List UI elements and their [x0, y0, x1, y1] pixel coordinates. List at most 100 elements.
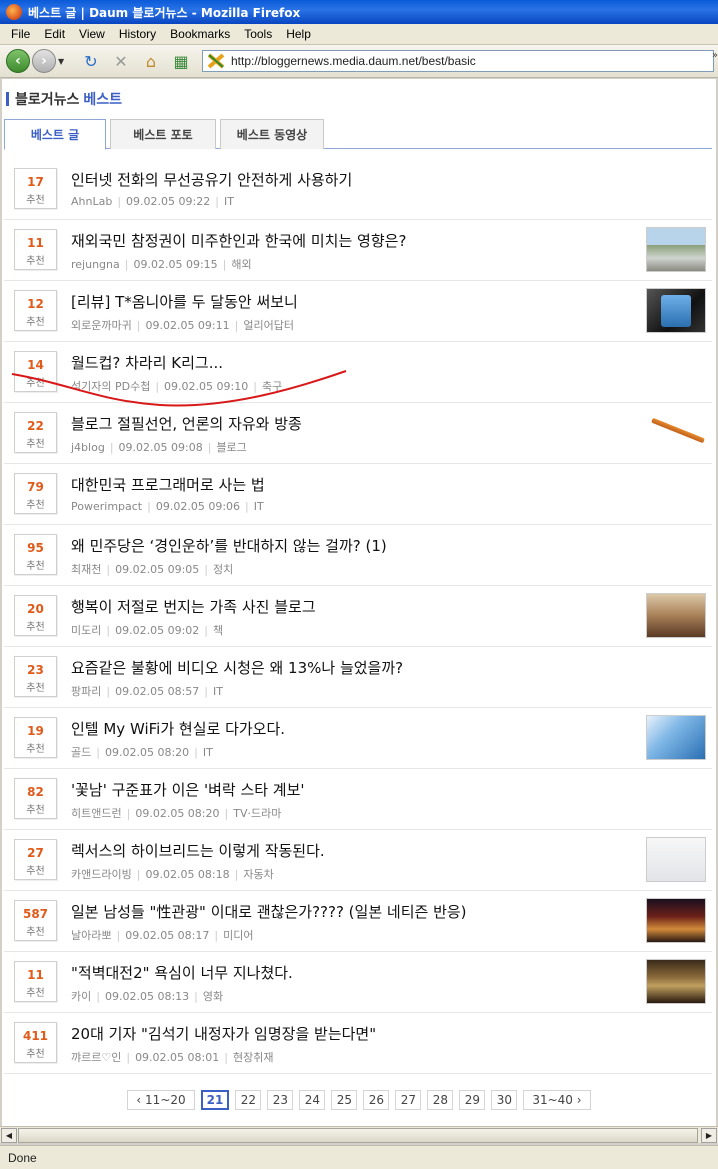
post-category[interactable]: 현장취재 — [233, 1051, 273, 1064]
post-thumbnail[interactable] — [646, 715, 706, 760]
post-category[interactable]: 미디어 — [223, 929, 253, 942]
page-number-button[interactable]: 26 — [363, 1090, 390, 1110]
list-item[interactable]: 17 추천 인터넷 전화의 무선공유기 안전하게 사용하기 AhnLab | 09.02.… — [4, 159, 712, 220]
post-author[interactable]: Powerimpact — [71, 500, 142, 513]
post-thumbnail[interactable] — [646, 837, 706, 882]
post-author[interactable]: 꺄르르♡인 — [71, 1051, 121, 1064]
vote-badge[interactable]: 411 추천 — [14, 1022, 57, 1063]
post-title-link[interactable]: 렉서스의 하이브리드는 이렇게 작동된다. — [71, 840, 325, 861]
post-author[interactable]: 최재천 — [71, 563, 101, 576]
list-item[interactable]: 19 추천 인텔 My WiFi가 현실로 다가오다. 골드 | 09.02.05 08:… — [4, 708, 712, 769]
page-number-button[interactable]: 25 — [331, 1090, 358, 1110]
forward-button[interactable]: › — [32, 49, 56, 73]
post-title-link[interactable]: 행복이 저절로 번지는 가족 사진 블로그 — [71, 596, 316, 617]
list-item[interactable]: 27 추천 렉서스의 하이브리드는 이렇게 작동된다. 카앤드라이빙 | 09.02.05… — [4, 830, 712, 891]
vote-badge[interactable]: 587 추천 — [14, 900, 57, 941]
list-item[interactable]: 23 추천 요즘같은 불황에 비디오 시청은 왜 13%나 늘었을까? 팡파리 | 09.… — [4, 647, 712, 708]
vote-badge[interactable]: 17 추천 — [14, 168, 57, 209]
post-category[interactable]: 책 — [213, 624, 223, 637]
vote-badge[interactable]: 95 추천 — [14, 534, 57, 575]
scroll-thumb[interactable] — [18, 1128, 698, 1143]
tab-best-posts[interactable]: 베스트 글 — [4, 119, 106, 150]
post-thumbnail[interactable] — [646, 288, 706, 333]
vote-badge[interactable]: 27 추천 — [14, 839, 57, 880]
post-thumbnail[interactable] — [646, 898, 706, 943]
post-author[interactable]: 날아라뽀 — [71, 929, 111, 942]
tab-best-photos[interactable]: 베스트 포토 — [110, 119, 216, 149]
page-number-button[interactable]: 22 — [235, 1090, 262, 1110]
post-title-link[interactable]: 20대 기자 "김석기 내정자가 임명장을 받는다면" — [71, 1023, 376, 1044]
post-author[interactable]: AhnLab — [71, 195, 112, 208]
vote-badge[interactable]: 82 추천 — [14, 778, 57, 819]
post-category[interactable]: 자동차 — [243, 868, 273, 881]
list-item[interactable]: 82 추천 '꽃남' 구준표가 이은 '벼락 스타 계보' 히트앤드런 | 09.02.0… — [4, 769, 712, 830]
post-category[interactable]: 얼리어답터 — [243, 319, 294, 332]
vote-badge[interactable]: 12 추천 — [14, 290, 57, 331]
list-item[interactable]: 12 추천 [리뷰] T*옴니아를 두 달동안 써보니 외로운까마귀 | 09.02.05… — [4, 281, 712, 342]
scroll-left-icon[interactable]: ◀ — [1, 1128, 17, 1143]
post-title-link[interactable]: '꽃남' 구준표가 이은 '벼락 스타 계보' — [71, 779, 305, 800]
tab-best-videos[interactable]: 베스트 동영상 — [220, 119, 324, 149]
vote-badge[interactable]: 19 추천 — [14, 717, 57, 758]
post-title-link[interactable]: [리뷰] T*옴니아를 두 달동안 써보니 — [71, 291, 298, 312]
post-category[interactable]: IT — [224, 195, 234, 208]
vote-badge[interactable]: 11 추천 — [14, 961, 57, 1002]
page-number-button[interactable]: 30 — [491, 1090, 518, 1110]
post-thumbnail[interactable] — [646, 227, 706, 272]
post-title-link[interactable]: 인터넷 전화의 무선공유기 안전하게 사용하기 — [71, 169, 352, 190]
post-title-link[interactable]: 재외국민 참정권이 미주한인과 한국에 미치는 영향은? — [71, 230, 406, 251]
vote-badge[interactable]: 11 추천 — [14, 229, 57, 270]
post-category[interactable]: 블로그 — [216, 441, 246, 454]
list-item[interactable]: 79 추천 대한민국 프로그래머로 사는 법 Powerimpact | 09.02.05… — [4, 464, 712, 525]
list-item[interactable]: 11 추천 재외국민 참정권이 미주한인과 한국에 미치는 영향은? rejungna… — [4, 220, 712, 281]
post-category[interactable]: 영화 — [203, 990, 223, 1003]
prev-page-button[interactable]: ‹ 11~20 — [127, 1090, 195, 1110]
url-text[interactable]: http://bloggernews.media.daum.net/best/b… — [231, 54, 476, 68]
page-number-button[interactable]: 21 — [200, 1090, 230, 1110]
post-category[interactable]: TV·드라마 — [233, 807, 281, 820]
list-item[interactable]: 11 추천 "적벽대전2" 욕심이 너무 지나쳤다. 카이 | 09.02.05 08:1… — [4, 952, 712, 1013]
post-title-link[interactable]: 대한민국 프로그래머로 사는 법 — [71, 474, 265, 495]
menu-tools[interactable]: Tools — [237, 27, 279, 41]
menu-bookmarks[interactable]: Bookmarks — [163, 27, 237, 41]
back-button[interactable]: ‹ — [6, 49, 30, 73]
menu-help[interactable]: Help — [279, 27, 318, 41]
post-author[interactable]: 팡파리 — [71, 685, 101, 698]
history-dropdown-icon[interactable]: ▼ — [58, 57, 68, 66]
post-thumbnail[interactable] — [646, 410, 706, 455]
list-item[interactable]: 587 추천 일본 남성들 "性관광" 이대로 괜찮은가???? (일본 네티즌 반… — [4, 891, 712, 952]
page-number-button[interactable]: 28 — [427, 1090, 454, 1110]
post-author[interactable]: 카이 — [71, 990, 91, 1003]
post-author[interactable]: 히트앤드런 — [71, 807, 122, 820]
reload-icon[interactable]: ↻ — [80, 50, 102, 72]
post-author[interactable]: rejungna — [71, 258, 120, 271]
page-number-button[interactable]: 23 — [267, 1090, 294, 1110]
next-page-button[interactable]: 31~40 › — [523, 1090, 591, 1110]
list-item[interactable]: 411 추천 20대 기자 "김석기 내정자가 임명장을 받는다면" 꺄르르♡인 | 09… — [4, 1013, 712, 1074]
post-thumbnail[interactable] — [646, 959, 706, 1004]
post-category[interactable]: 해외 — [231, 258, 251, 271]
post-author[interactable]: j4blog — [71, 441, 105, 454]
post-author[interactable]: 카앤드라이빙 — [71, 868, 132, 881]
menu-history[interactable]: History — [112, 27, 163, 41]
vote-badge[interactable]: 79 추천 — [14, 473, 57, 514]
post-title-link[interactable]: 일본 남성들 "性관광" 이대로 괜찮은가???? (일본 네티즌 반응) — [71, 901, 467, 922]
post-author[interactable]: 미도리 — [71, 624, 101, 637]
stop-icon[interactable]: ✕ — [110, 50, 132, 72]
post-title-link[interactable]: 요즘같은 불황에 비디오 시청은 왜 13%나 늘었을까? — [71, 657, 403, 678]
page-icon[interactable]: ▦ — [170, 50, 192, 72]
post-author[interactable]: 골드 — [71, 746, 91, 759]
address-bar[interactable]: http://bloggernews.media.daum.net/best/b… — [202, 50, 714, 72]
menu-file[interactable]: File — [4, 27, 37, 41]
toolbar-overflow-icon[interactable]: » — [712, 50, 718, 61]
list-item[interactable]: 95 추천 왜 민주당은 ‘경인운하’를 반대하지 않는 걸까? (1) 최재천 | 09… — [4, 525, 712, 586]
list-item[interactable]: 20 추천 행복이 저절로 번지는 가족 사진 블로그 미도리 | 09.02.05 09… — [4, 586, 712, 647]
post-title-link[interactable]: "적벽대전2" 욕심이 너무 지나쳤다. — [71, 962, 293, 983]
post-thumbnail[interactable] — [646, 593, 706, 638]
post-category[interactable]: IT — [213, 685, 223, 698]
post-category[interactable]: 정치 — [213, 563, 233, 576]
horizontal-scrollbar[interactable]: ◀ ▶ — [0, 1126, 718, 1143]
post-author[interactable]: 외로운까마귀 — [71, 319, 132, 332]
post-title-link[interactable]: 왜 민주당은 ‘경인운하’를 반대하지 않는 걸까? (1) — [71, 535, 387, 556]
home-icon[interactable]: ⌂ — [140, 50, 162, 72]
